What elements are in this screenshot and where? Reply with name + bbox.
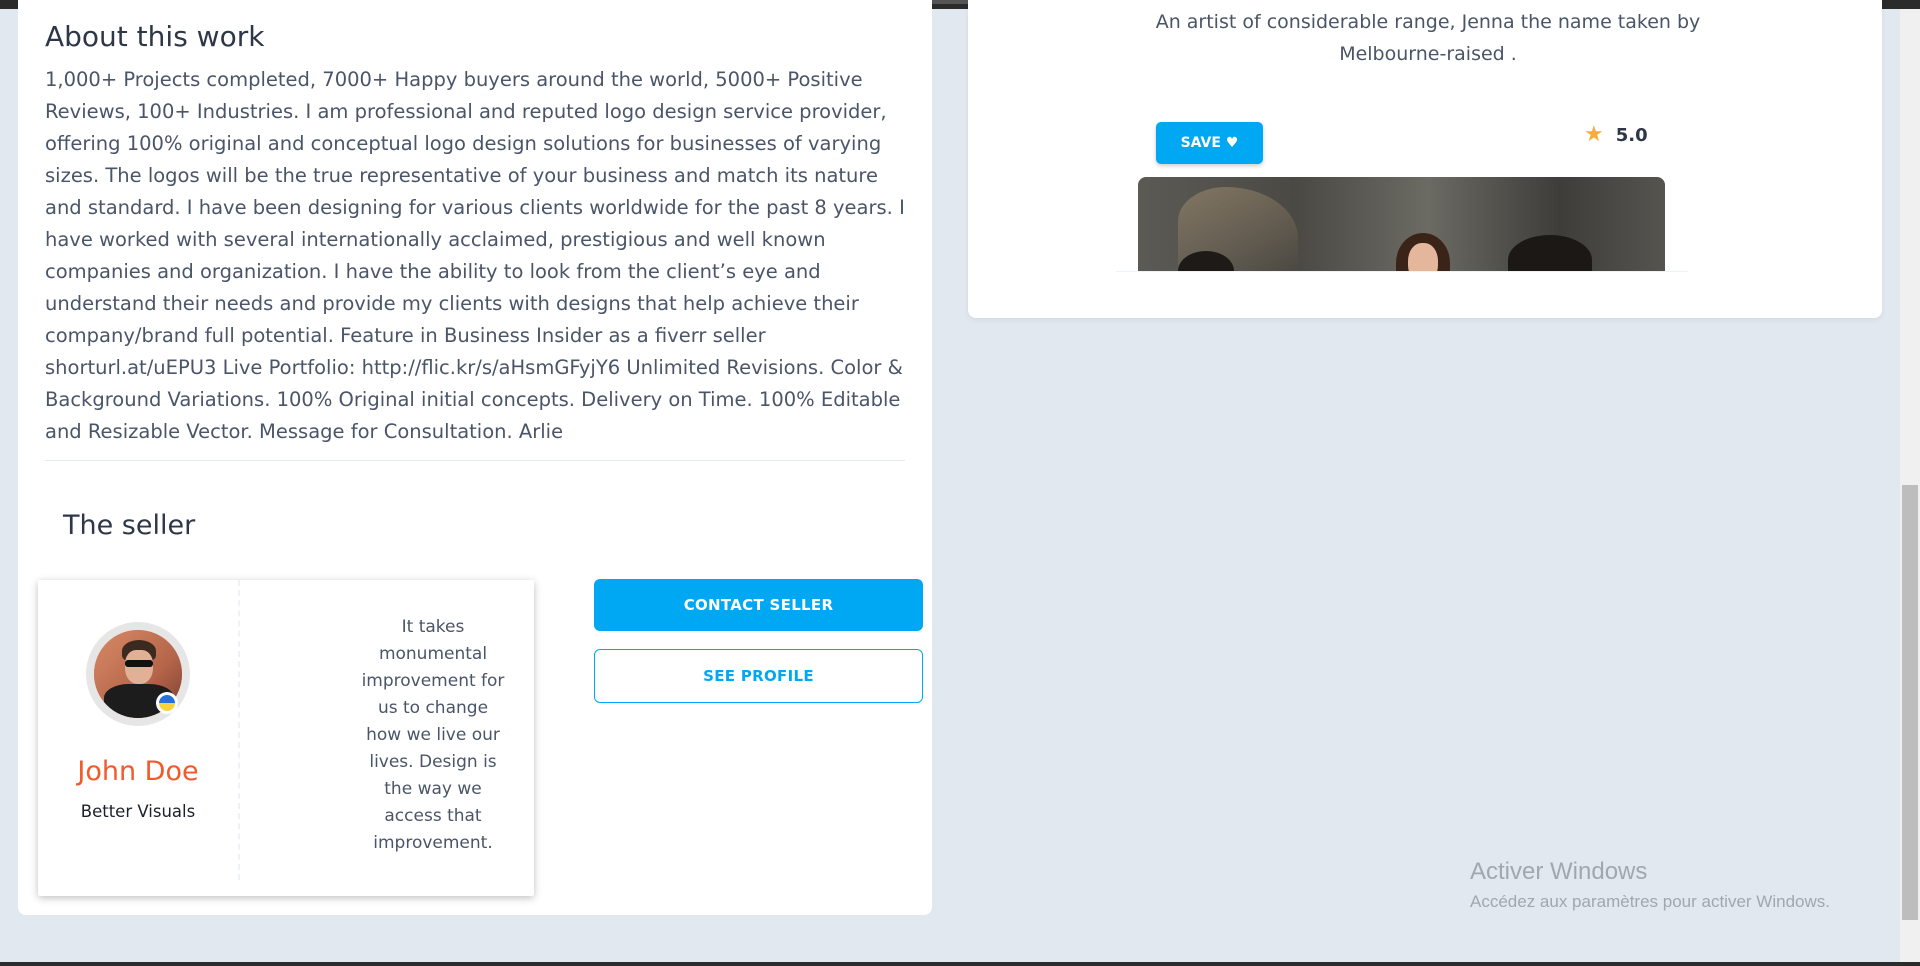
rating-value: 5.0 [1615,124,1648,146]
seller-quote: It takes monumental improvement for us t… [361,617,505,853]
contact-seller-button[interactable]: CONTACT SELLER [594,579,923,631]
artist-card: An artist of considerable range, Jenna t… [968,0,1882,318]
about-title: About this work [45,20,265,53]
image-divider [1116,271,1688,272]
about-description: 1,000+ Projects completed, 7000+ Happy b… [45,68,905,443]
work-image[interactable] [1138,177,1665,272]
rating: ★ 5.0 [1584,120,1648,150]
avatar[interactable] [86,622,190,726]
star-icon: ★ [1584,122,1604,147]
section-divider [45,460,905,461]
see-profile-button[interactable]: SEE PROFILE [594,649,923,703]
artist-description: An artist of considerable range, Jenna t… [1155,11,1701,65]
country-flag-icon [156,692,178,714]
seller-card: John Doe Better Visuals It takes monumen… [38,580,534,896]
scrollbar-thumb[interactable] [1902,485,1918,920]
seller-section-title: The seller [63,510,196,541]
seller-identity: John Doe Better Visuals [38,580,240,880]
bottom-edge [0,962,1920,966]
seller-company: Better Visuals [80,802,196,821]
windows-activation-title: Activer Windows [1470,858,1648,885]
about-work-panel: About this work 1,000+ Projects complete… [18,0,932,915]
windows-activation-subtitle: Accédez aux paramètres pour activer Wind… [1470,892,1830,911]
seller-name[interactable]: John Doe [38,756,238,787]
save-button[interactable]: SAVE ♥ [1156,122,1263,164]
